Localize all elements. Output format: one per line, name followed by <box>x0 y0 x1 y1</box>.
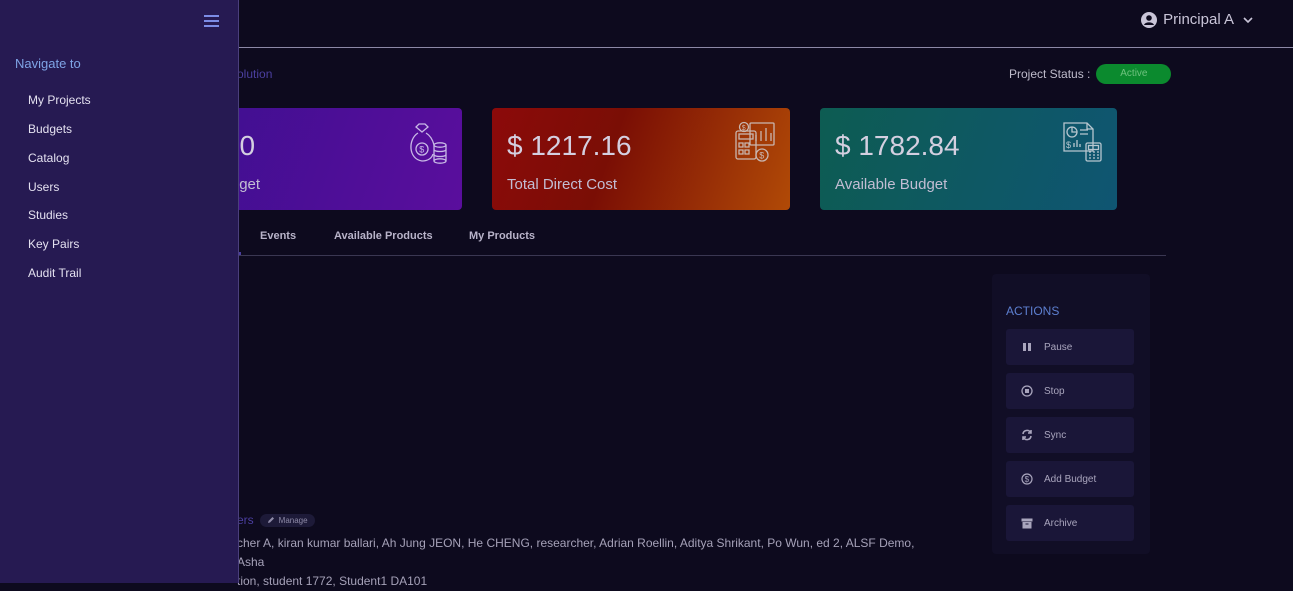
sidebar-item-budgets[interactable]: Budgets <box>28 122 72 136</box>
menu-icon[interactable] <box>204 15 219 29</box>
researchers-line: cher A, kiran kumar ballari, Ah Jung JEO… <box>237 536 915 569</box>
pause-label: Pause <box>1044 341 1073 353</box>
pause-icon <box>1020 342 1034 352</box>
archive-button[interactable]: Archive <box>1006 505 1134 541</box>
researchers-list: cher A, kiran kumar ballari, Ah Jung JEO… <box>237 534 917 591</box>
sidebar-title: Navigate to <box>15 56 81 71</box>
dollar-icon: $ <box>1020 473 1034 485</box>
tab-my-products[interactable]: My Products <box>469 230 535 242</box>
total-direct-cost-card: $ 1217.16 Total Direct Cost $ $ <box>492 108 790 210</box>
project-name: olution <box>237 67 273 81</box>
pencil-icon <box>267 517 274 523</box>
project-tabs: Events Available Products My Products <box>237 222 1166 256</box>
sidebar-item-my-projects[interactable]: My Projects <box>28 93 91 107</box>
svg-text:$: $ <box>419 145 424 155</box>
user-menu[interactable]: Principal A <box>1141 11 1256 28</box>
svg-text:$: $ <box>759 151 764 161</box>
svg-text:$: $ <box>1025 475 1030 484</box>
tab-events[interactable]: Events <box>260 230 296 242</box>
researchers-title: ers <box>237 513 254 527</box>
add-budget-label: Add Budget <box>1044 473 1097 485</box>
manage-button[interactable]: Manage <box>259 513 315 527</box>
actions-panel: ACTIONS Pause Stop Sync $ Add Budget Arc… <box>992 274 1150 554</box>
manage-label: Manage <box>278 515 308 525</box>
sidebar-item-catalog[interactable]: Catalog <box>28 151 69 165</box>
archive-icon <box>1020 518 1034 529</box>
total-direct-cost-label: Total Direct Cost <box>507 176 618 193</box>
svg-text:$: $ <box>742 125 746 132</box>
add-budget-button[interactable]: $ Add Budget <box>1006 461 1134 497</box>
stop-icon <box>1020 385 1034 397</box>
sidebar-item-studies[interactable]: Studies <box>28 208 68 222</box>
sync-button[interactable]: Sync <box>1006 417 1134 453</box>
money-bag-icon: $ <box>410 123 447 164</box>
status-badge: Active <box>1096 64 1172 84</box>
sidebar-item-audit-trail[interactable]: Audit Trail <box>28 266 81 280</box>
total-direct-cost-amount: $ 1217.16 <box>507 130 632 161</box>
available-budget-amount: $ 1782.84 <box>835 130 960 161</box>
sync-icon <box>1020 429 1034 441</box>
chevron-down-icon <box>1243 16 1253 23</box>
actions-title: ACTIONS <box>1006 304 1060 318</box>
user-name: Principal A <box>1163 11 1234 28</box>
user-avatar-icon <box>1141 11 1158 28</box>
project-status-label: Project Status : <box>1009 67 1091 81</box>
researchers-heading: ers Manage <box>237 513 315 527</box>
archive-label: Archive <box>1044 517 1078 529</box>
sync-label: Sync <box>1044 429 1067 441</box>
pause-button[interactable]: Pause <box>1006 329 1134 365</box>
project-status: Project Status : Active <box>1009 64 1172 84</box>
sidebar-item-users[interactable]: Users <box>28 180 59 194</box>
stop-button[interactable]: Stop <box>1006 373 1134 409</box>
sidebar-item-key-pairs[interactable]: Key Pairs <box>28 237 79 251</box>
svg-text:$: $ <box>1066 140 1071 150</box>
navigation-sidebar: Navigate to My Projects Budgets Catalog … <box>0 0 239 583</box>
calculator-chart-icon: $ $ <box>735 121 775 162</box>
tab-available-products[interactable]: Available Products <box>334 230 433 242</box>
available-budget-card: $ 1782.84 Available Budget $ <box>820 108 1117 210</box>
stop-label: Stop <box>1044 385 1065 397</box>
budget-report-icon: $ <box>1063 122 1102 162</box>
available-budget-label: Available Budget <box>835 176 948 193</box>
researchers-line: tion, student 1772, Student1 DA101 <box>237 574 428 588</box>
